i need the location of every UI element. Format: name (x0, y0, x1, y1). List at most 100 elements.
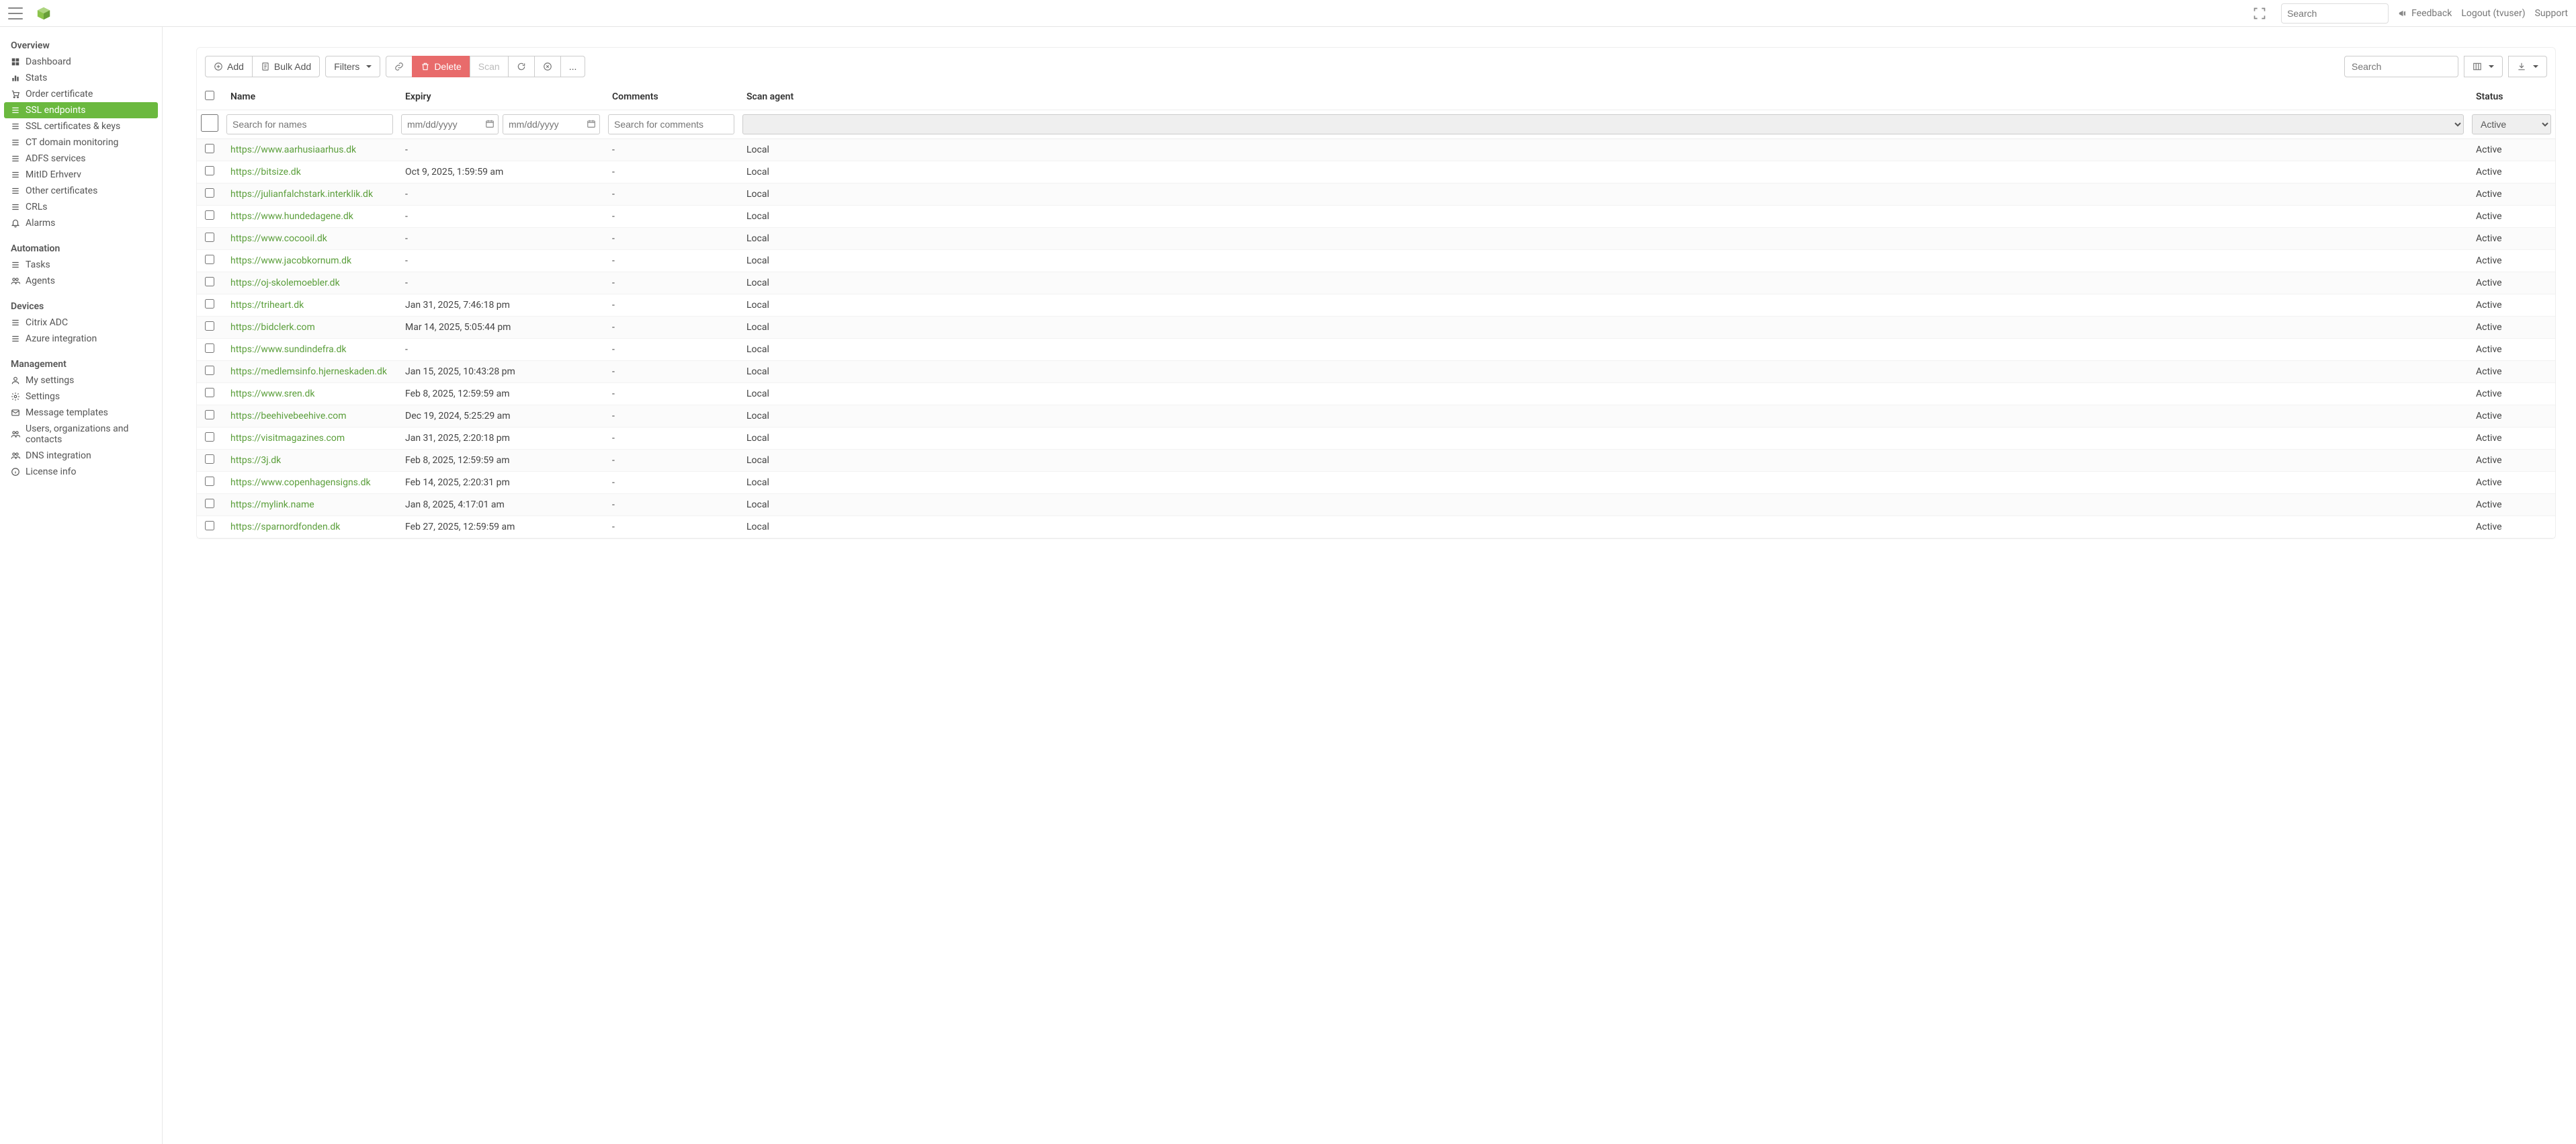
endpoint-link[interactable]: https://www.aarhusiaarhus.dk (230, 145, 356, 155)
row-checkbox[interactable] (205, 343, 214, 353)
table-row[interactable]: https://www.hundedagene.dk - - Local Act… (197, 206, 2555, 228)
table-row[interactable]: https://beehivebeehive.com Dec 19, 2024,… (197, 405, 2555, 427)
row-checkbox[interactable] (205, 410, 214, 419)
filter-agent-select[interactable] (742, 114, 2464, 134)
table-row[interactable]: https://bitsize.dk Oct 9, 2025, 1:59:59 … (197, 161, 2555, 183)
filters-button[interactable]: Filters (325, 56, 380, 77)
table-row[interactable]: https://www.copenhagensigns.dk Feb 14, 2… (197, 472, 2555, 494)
table-search-input[interactable] (2344, 56, 2458, 77)
support-link[interactable]: Support (2535, 8, 2568, 19)
endpoint-link[interactable]: https://www.cocooil.dk (230, 233, 327, 244)
table-row[interactable]: https://bidclerk.com Mar 14, 2025, 5:05:… (197, 317, 2555, 339)
filter-expiry-to[interactable] (503, 114, 600, 134)
more-button[interactable]: ... (560, 56, 586, 77)
sidebar-item-license-info[interactable]: License info (4, 464, 158, 480)
row-checkbox[interactable] (205, 210, 214, 220)
endpoint-link[interactable]: https://beehivebeehive.com (230, 411, 347, 421)
endpoint-link[interactable]: https://www.copenhagensigns.dk (230, 477, 371, 488)
sidebar-item-agents[interactable]: Agents (4, 273, 158, 289)
table-row[interactable]: https://www.sundindefra.dk - - Local Act… (197, 339, 2555, 361)
table-row[interactable]: https://mylink.name Jan 8, 2025, 4:17:01… (197, 494, 2555, 516)
endpoint-link[interactable]: https://sparnordfonden.dk (230, 522, 340, 532)
endpoint-link[interactable]: https://www.hundedagene.dk (230, 211, 353, 222)
endpoint-link[interactable]: https://oj-skolemoebler.dk (230, 278, 340, 288)
sidebar-item-my-settings[interactable]: My settings (4, 372, 158, 389)
table-row[interactable]: https://visitmagazines.com Jan 31, 2025,… (197, 427, 2555, 450)
table-row[interactable]: https://oj-skolemoebler.dk - - Local Act… (197, 272, 2555, 294)
col-header-scan-agent[interactable]: Scan agent (738, 84, 2468, 110)
filter-expiry-from[interactable] (401, 114, 499, 134)
sidebar-item-ssl-endpoints[interactable]: SSL endpoints (4, 102, 158, 118)
sidebar-item-alarms[interactable]: Alarms (4, 215, 158, 231)
sidebar-item-order-certificate[interactable]: Order certificate (4, 86, 158, 102)
row-checkbox[interactable] (205, 299, 214, 309)
scan-button[interactable]: Scan (470, 56, 509, 77)
row-checkbox[interactable] (205, 521, 214, 530)
sidebar-item-dashboard[interactable]: Dashboard (4, 54, 158, 70)
sidebar-item-mitid-erhverv[interactable]: MitID Erhverv (4, 167, 158, 183)
sidebar-item-azure-integration[interactable]: Azure integration (4, 331, 158, 347)
delete-button[interactable]: Delete (412, 56, 470, 77)
export-button[interactable] (2508, 56, 2547, 77)
row-checkbox[interactable] (205, 321, 214, 331)
table-row[interactable]: https://www.aarhusiaarhus.dk - - Local A… (197, 139, 2555, 161)
table-row[interactable]: https://medlemsinfo.hjerneskaden.dk Jan … (197, 361, 2555, 383)
table-row[interactable]: https://www.cocooil.dk - - Local Active (197, 228, 2555, 250)
feedback-link[interactable]: Feedback (2398, 8, 2452, 19)
row-checkbox[interactable] (205, 477, 214, 486)
menu-toggle[interactable] (8, 7, 23, 19)
table-row[interactable]: https://julianfalchstark.interklik.dk - … (197, 183, 2555, 206)
row-checkbox[interactable] (205, 388, 214, 397)
col-header-expiry[interactable]: Expiry (397, 84, 604, 110)
sidebar-item-message-templates[interactable]: Message templates (4, 405, 158, 421)
table-row[interactable]: https://www.sren.dk Feb 8, 2025, 12:59:5… (197, 383, 2555, 405)
endpoint-link[interactable]: https://3j.dk (230, 455, 281, 466)
filter-comments-input[interactable] (608, 114, 734, 134)
logout-link[interactable]: Logout (tvuser) (2461, 8, 2525, 19)
sidebar-item-crls[interactable]: CRLs (4, 199, 158, 215)
endpoint-link[interactable]: https://julianfalchstark.interklik.dk (230, 189, 373, 200)
filter-row-checkbox[interactable] (201, 113, 218, 133)
endpoint-link[interactable]: https://visitmagazines.com (230, 433, 345, 444)
sidebar-item-tasks[interactable]: Tasks (4, 257, 158, 273)
filter-name-input[interactable] (226, 114, 393, 134)
row-checkbox[interactable] (205, 366, 214, 375)
table-row[interactable]: https://sparnordfonden.dk Feb 27, 2025, … (197, 516, 2555, 538)
endpoint-link[interactable]: https://mylink.name (230, 499, 314, 510)
add-button[interactable]: Add (205, 56, 253, 77)
sidebar-item-ssl-certificates-keys[interactable]: SSL certificates & keys (4, 118, 158, 134)
select-all-checkbox[interactable] (205, 91, 214, 100)
endpoint-link[interactable]: https://triheart.dk (230, 300, 304, 311)
col-header-status[interactable]: Status (2468, 84, 2555, 110)
row-checkbox[interactable] (205, 277, 214, 286)
row-checkbox[interactable] (205, 454, 214, 464)
columns-button[interactable] (2464, 56, 2503, 77)
row-checkbox[interactable] (205, 188, 214, 198)
col-header-comments[interactable]: Comments (604, 84, 738, 110)
table-row[interactable]: https://triheart.dk Jan 31, 2025, 7:46:1… (197, 294, 2555, 317)
row-checkbox[interactable] (205, 432, 214, 442)
col-header-name[interactable]: Name (222, 84, 397, 110)
sidebar-item-citrix-adc[interactable]: Citrix ADC (4, 315, 158, 331)
row-checkbox[interactable] (205, 233, 214, 242)
clear-button[interactable] (534, 56, 561, 77)
row-checkbox[interactable] (205, 255, 214, 264)
sidebar-item-users-organizations-and-contacts[interactable]: Users, organizations and contacts (4, 421, 158, 448)
sidebar-item-stats[interactable]: Stats (4, 70, 158, 86)
endpoint-link[interactable]: https://www.sren.dk (230, 389, 314, 399)
endpoint-link[interactable]: https://bidclerk.com (230, 322, 315, 333)
endpoint-link[interactable]: https://medlemsinfo.hjerneskaden.dk (230, 366, 387, 377)
endpoint-link[interactable]: https://bitsize.dk (230, 167, 301, 177)
sidebar-item-settings[interactable]: Settings (4, 389, 158, 405)
filter-status-select[interactable]: Active (2472, 114, 2551, 134)
fullscreen-icon[interactable] (2253, 7, 2266, 20)
sidebar-item-other-certificates[interactable]: Other certificates (4, 183, 158, 199)
row-checkbox[interactable] (205, 144, 214, 153)
sidebar-item-adfs-services[interactable]: ADFS services (4, 151, 158, 167)
row-checkbox[interactable] (205, 166, 214, 175)
header-search[interactable] (2281, 3, 2389, 24)
table-row[interactable]: https://3j.dk Feb 8, 2025, 12:59:59 am -… (197, 450, 2555, 472)
endpoint-link[interactable]: https://www.sundindefra.dk (230, 344, 346, 355)
row-checkbox[interactable] (205, 499, 214, 508)
endpoint-link[interactable]: https://www.jacobkornum.dk (230, 255, 351, 266)
